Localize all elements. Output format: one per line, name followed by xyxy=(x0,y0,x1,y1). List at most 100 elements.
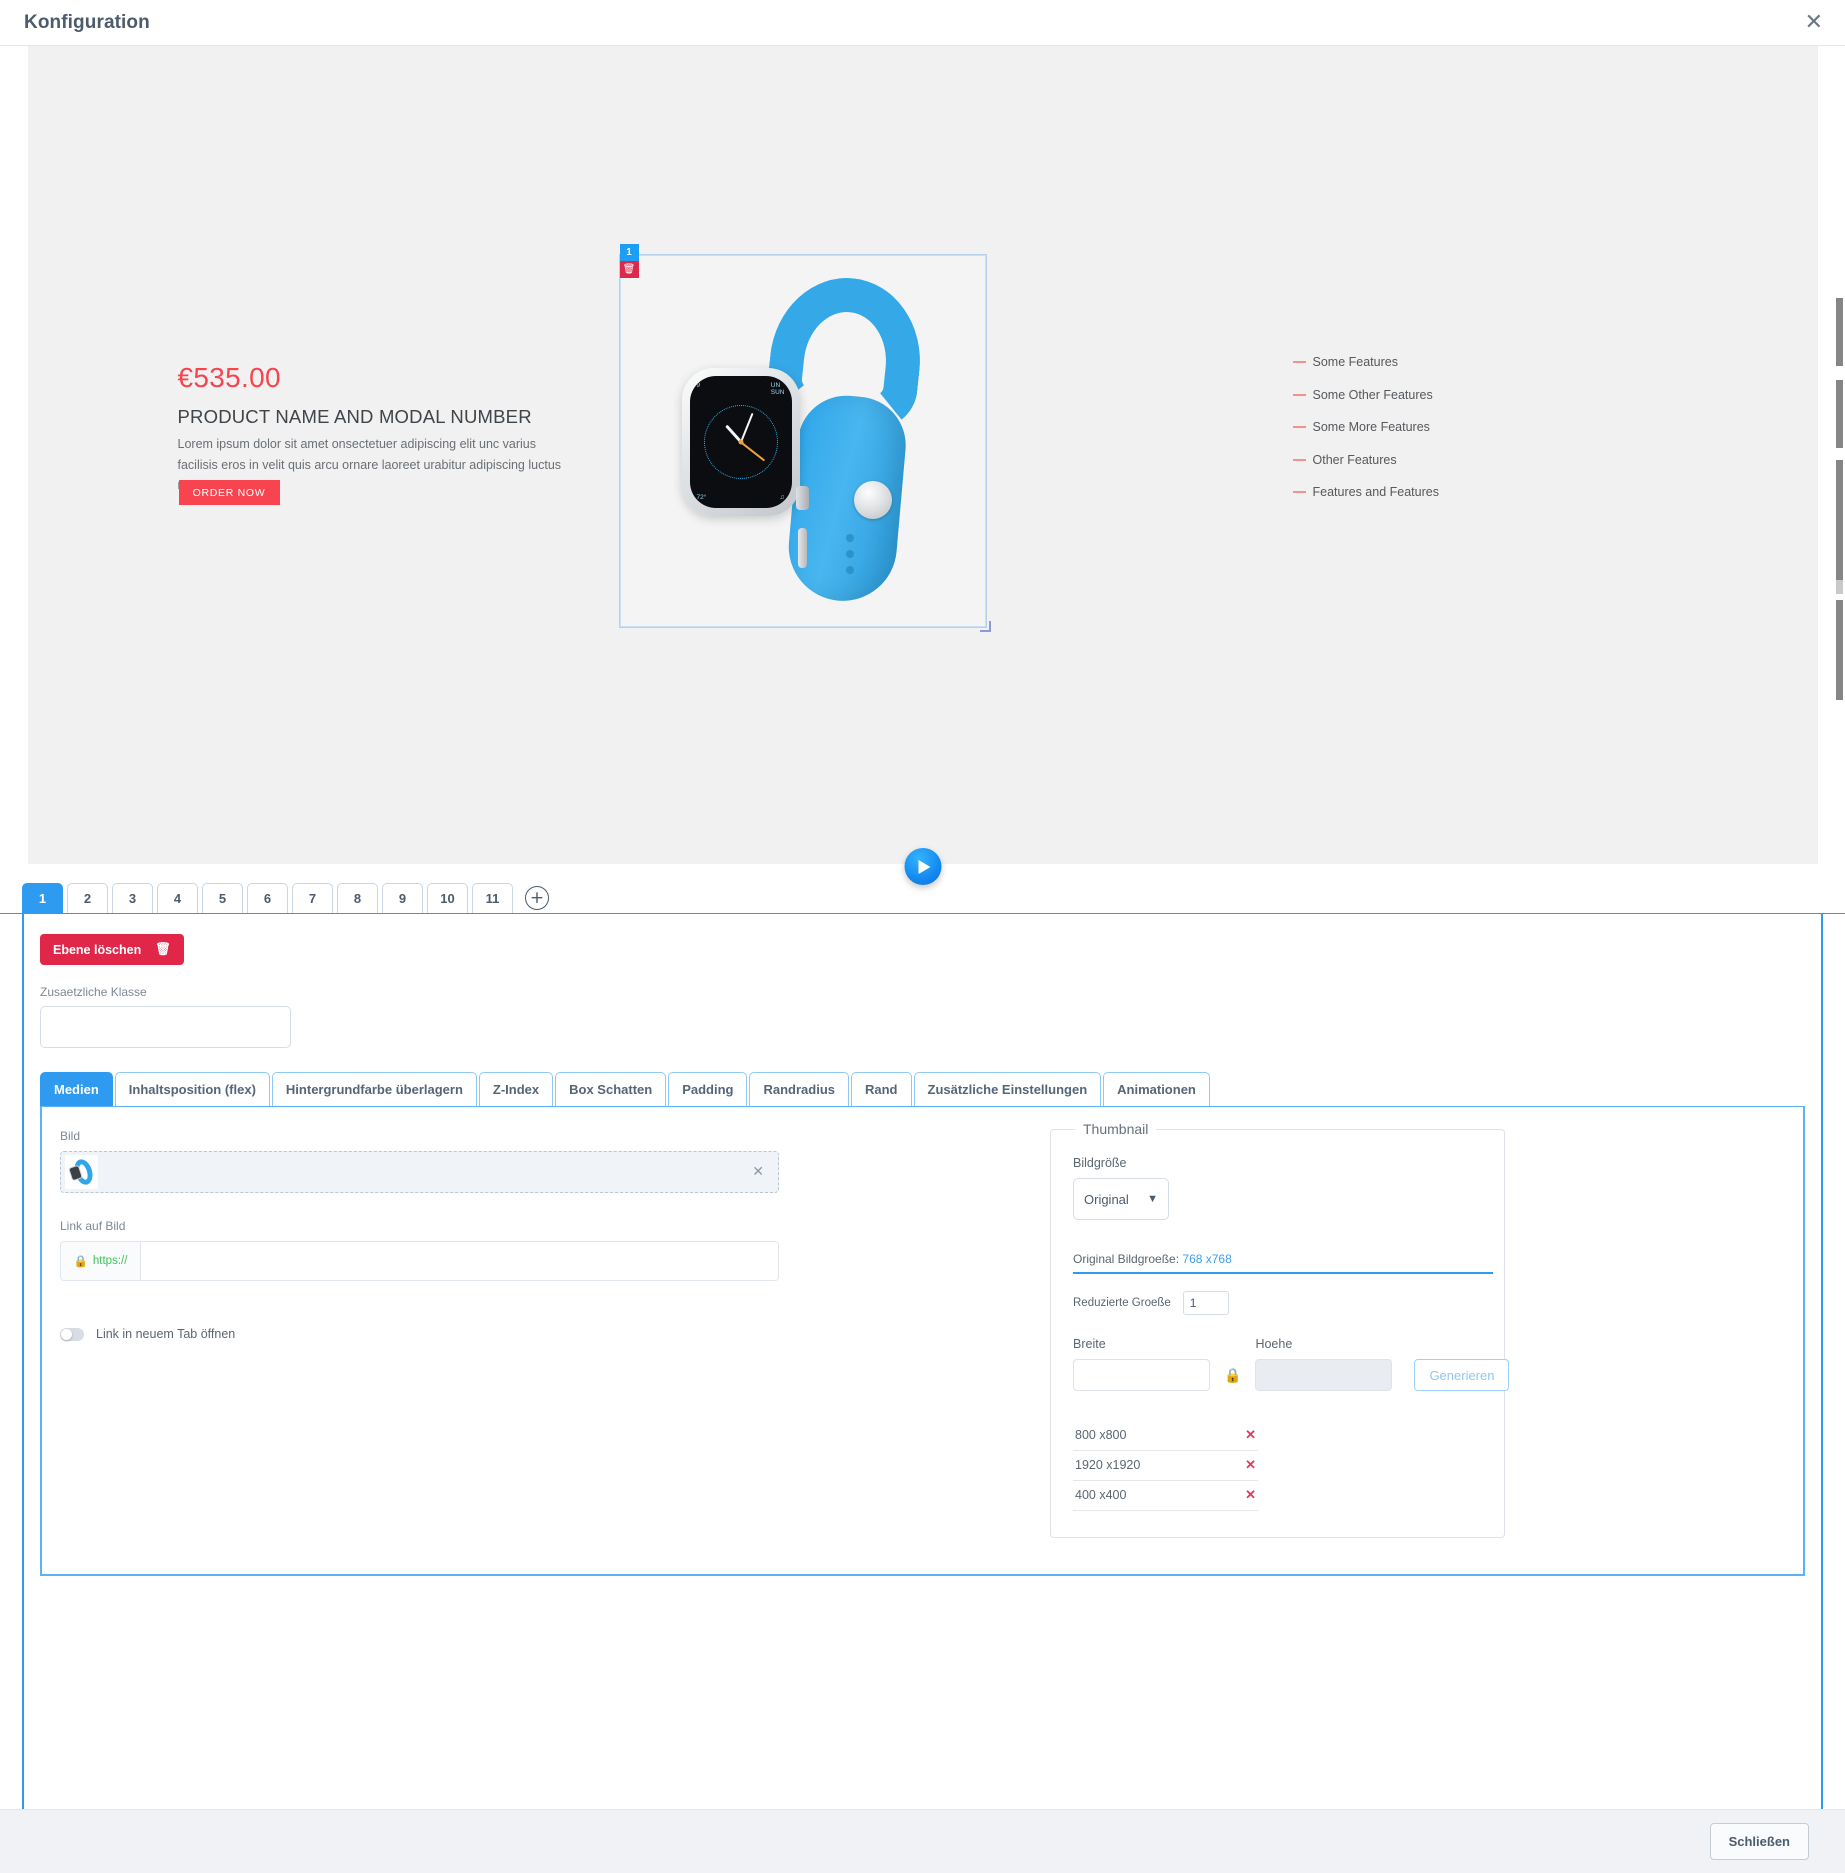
layer-tab-7[interactable]: 7 xyxy=(292,883,333,913)
layer-tab-2[interactable]: 2 xyxy=(67,883,108,913)
layer-tab-4[interactable]: 4 xyxy=(157,883,198,913)
modal-footer: Schließen xyxy=(0,1809,1845,1873)
modal-header: Konfiguration ✕ xyxy=(0,0,1845,46)
list-item: 400 x400 ✕ xyxy=(1073,1481,1258,1511)
extra-class-label: Zusaetzliche Klasse xyxy=(40,985,147,999)
generate-button[interactable]: Generieren xyxy=(1414,1359,1510,1391)
original-size-value: 768 x768 xyxy=(1182,1252,1232,1266)
width-height-row: Breite 🔒 Hoehe Generieren xyxy=(1073,1337,1510,1391)
selected-image-layer[interactable]: 1 🗑 9 UN SUN 72° ♫ xyxy=(618,244,991,632)
page-title: Konfiguration xyxy=(24,11,150,33)
medien-tab-content: Bild ✕ Link auf Bild 🔒 https:// Link in … xyxy=(40,1107,1805,1576)
tab-hintergrundfarbe[interactable]: Hintergrundfarbe überlagern xyxy=(271,1072,477,1106)
tab-rand[interactable]: Rand xyxy=(851,1072,912,1106)
reduced-size-input[interactable] xyxy=(1182,1291,1229,1315)
size-label: 400 x400 xyxy=(1075,1488,1127,1502)
width-label: Breite xyxy=(1073,1337,1106,1351)
layer-tab-6[interactable]: 6 xyxy=(247,883,288,913)
features-list: Some Features Some Other Features Some M… xyxy=(1292,346,1439,509)
list-item: Some Features xyxy=(1292,346,1439,379)
height-label: Hoehe xyxy=(1255,1337,1293,1351)
list-item: Some More Features xyxy=(1292,411,1439,444)
dash-icon xyxy=(1292,393,1306,396)
tab-randradius[interactable]: Randradius xyxy=(749,1072,849,1106)
lock-icon[interactable]: 🔒 xyxy=(1224,1367,1241,1384)
add-layer-icon[interactable]: + xyxy=(525,886,549,910)
resize-handle[interactable] xyxy=(979,621,991,632)
settings-tab-bar: Medien Inhaltsposition (flex) Hintergrun… xyxy=(40,1072,1805,1107)
tab-padding[interactable]: Padding xyxy=(668,1072,748,1106)
layer-tab-9[interactable]: 9 xyxy=(382,883,423,913)
layer-badge: 1 🗑 xyxy=(619,244,639,278)
image-size-value: Original xyxy=(1084,1191,1129,1207)
product-price: €535.00 xyxy=(177,362,281,393)
preview-canvas: €535.00 PRODUCT NAME AND MODAL NUMBER Lo… xyxy=(27,46,1818,885)
generated-sizes-list: 800 x800 ✕ 1920 x1920 ✕ 400 x400 ✕ xyxy=(1073,1421,1258,1511)
reduced-size-label: Reduzierte Groeße xyxy=(1073,1297,1171,1309)
list-item: Features and Features xyxy=(1292,476,1439,509)
scrollbar-thumb[interactable] xyxy=(1836,600,1843,700)
thumbnail-column: Thumbnail Bildgröße Original ▼ Original … xyxy=(1040,1121,1785,1538)
tab-animationen[interactable]: Animationen xyxy=(1103,1072,1210,1106)
thumbnail-legend: Thumbnail xyxy=(1075,1121,1157,1137)
layer-tab-1[interactable]: 1 xyxy=(22,883,63,913)
trash-icon[interactable]: 🗑 xyxy=(619,261,639,278)
remove-size-icon[interactable]: ✕ xyxy=(1245,1457,1256,1473)
scrollbar-thumb[interactable] xyxy=(1836,580,1843,594)
link-prefix-label: https:// xyxy=(92,1255,128,1267)
layer-tab-3[interactable]: 3 xyxy=(112,883,153,913)
size-label: 800 x800 xyxy=(1075,1428,1127,1442)
image-link-field[interactable]: 🔒 https:// xyxy=(60,1241,779,1281)
feature-label: Some Features xyxy=(1312,355,1398,370)
layer-tab-5[interactable]: 5 xyxy=(202,883,243,913)
dash-icon xyxy=(1292,361,1306,364)
extra-class-input[interactable] xyxy=(40,1006,291,1048)
layer-tab-8[interactable]: 8 xyxy=(337,883,378,913)
feature-label: Some Other Features xyxy=(1312,387,1433,402)
new-tab-toggle-row[interactable]: Link in neuem Tab öffnen xyxy=(60,1327,1040,1341)
dash-icon xyxy=(1292,426,1306,429)
size-label: 1920 x1920 xyxy=(1075,1458,1141,1472)
trash-icon: 🗑 xyxy=(155,942,172,956)
new-tab-toggle-label: Link in neuem Tab öffnen xyxy=(96,1327,236,1341)
image-size-label: Bildgröße xyxy=(1073,1156,1127,1170)
list-item: 800 x800 ✕ xyxy=(1073,1421,1258,1451)
layer-tab-10[interactable]: 10 xyxy=(427,883,468,913)
new-tab-toggle[interactable] xyxy=(60,1327,84,1341)
lock-icon: 🔒 xyxy=(73,1256,88,1268)
scrollbar-thumb[interactable] xyxy=(1836,380,1843,448)
tab-box-schatten[interactable]: Box Schatten xyxy=(555,1072,667,1106)
schliessen-button[interactable]: Schließen xyxy=(1709,1823,1809,1860)
thumbnail-fieldset: Thumbnail Bildgröße Original ▼ Original … xyxy=(1050,1121,1510,1538)
watch-thumbnail-icon xyxy=(65,1155,98,1189)
scrollbar-thumb[interactable] xyxy=(1836,460,1843,580)
image-dropzone[interactable]: ✕ xyxy=(60,1151,779,1193)
watch-image: 9 UN SUN 72° ♫ xyxy=(653,270,953,606)
layer-tab-11[interactable]: 11 xyxy=(472,883,513,913)
remove-size-icon[interactable]: ✕ xyxy=(1245,1427,1256,1443)
feature-label: Other Features xyxy=(1312,452,1397,467)
remove-size-icon[interactable]: ✕ xyxy=(1245,1487,1256,1503)
list-item: 1920 x1920 ✕ xyxy=(1073,1451,1258,1481)
width-input[interactable] xyxy=(1073,1359,1210,1391)
order-now-button[interactable]: ORDER NOW xyxy=(178,480,280,505)
image-size-select[interactable]: Original ▼ xyxy=(1073,1178,1169,1220)
tab-inhaltsposition[interactable]: Inhaltsposition (flex) xyxy=(114,1072,270,1106)
feature-label: Some More Features xyxy=(1312,420,1430,435)
delete-layer-button[interactable]: Ebene löschen 🗑 xyxy=(40,934,185,965)
remove-image-icon[interactable]: ✕ xyxy=(752,1164,764,1180)
tab-z-index[interactable]: Z-Index xyxy=(478,1072,554,1106)
height-input[interactable] xyxy=(1255,1359,1393,1391)
play-icon[interactable] xyxy=(904,848,941,885)
product-name: PRODUCT NAME AND MODAL NUMBER xyxy=(177,406,532,427)
tab-zusaetzliche-einstellungen[interactable]: Zusätzliche Einstellungen xyxy=(913,1072,1102,1106)
image-link-input[interactable] xyxy=(141,1242,778,1280)
layer-badge-number: 1 xyxy=(619,244,639,261)
media-column: Bild ✕ Link auf Bild 🔒 https:// Link in … xyxy=(60,1129,1040,1538)
feature-label: Features and Features xyxy=(1312,485,1439,500)
original-size-label: Original Bildgroeße: xyxy=(1073,1252,1180,1266)
dash-icon xyxy=(1292,491,1306,494)
close-icon[interactable]: ✕ xyxy=(1805,11,1823,34)
scrollbar-thumb[interactable] xyxy=(1836,298,1843,366)
tab-medien[interactable]: Medien xyxy=(40,1072,113,1106)
